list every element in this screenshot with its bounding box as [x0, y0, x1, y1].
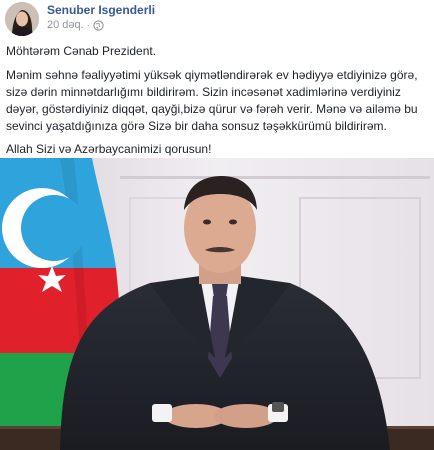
post-timestamp[interactable]: 20 dəq. — [47, 19, 84, 31]
avatar-image — [5, 2, 39, 36]
author-name-link[interactable]: Senuber Isgenderli — [47, 3, 155, 17]
post-greeting: Möhtərəm Cənab Prezident. — [6, 44, 157, 58]
post-header: Senuber Isgenderli 20 dəq. · — [0, 0, 434, 38]
post-closing: Allah Sizi və Azərbaycanimizi qorusun! — [6, 142, 212, 156]
post-text: Möhtərəm Cənab Prezident. Mənim səhnə fə… — [6, 43, 426, 164]
avatar[interactable] — [5, 2, 39, 36]
portrait-photo — [0, 158, 434, 450]
post-meta: 20 dəq. · — [47, 19, 104, 31]
post-body: Mənim səhnə fəaliyyətimi yüksək qiymətlə… — [6, 68, 418, 133]
globe-icon[interactable] — [93, 19, 104, 31]
post-photo[interactable] — [0, 158, 434, 450]
meta-separator: · — [86, 20, 90, 30]
